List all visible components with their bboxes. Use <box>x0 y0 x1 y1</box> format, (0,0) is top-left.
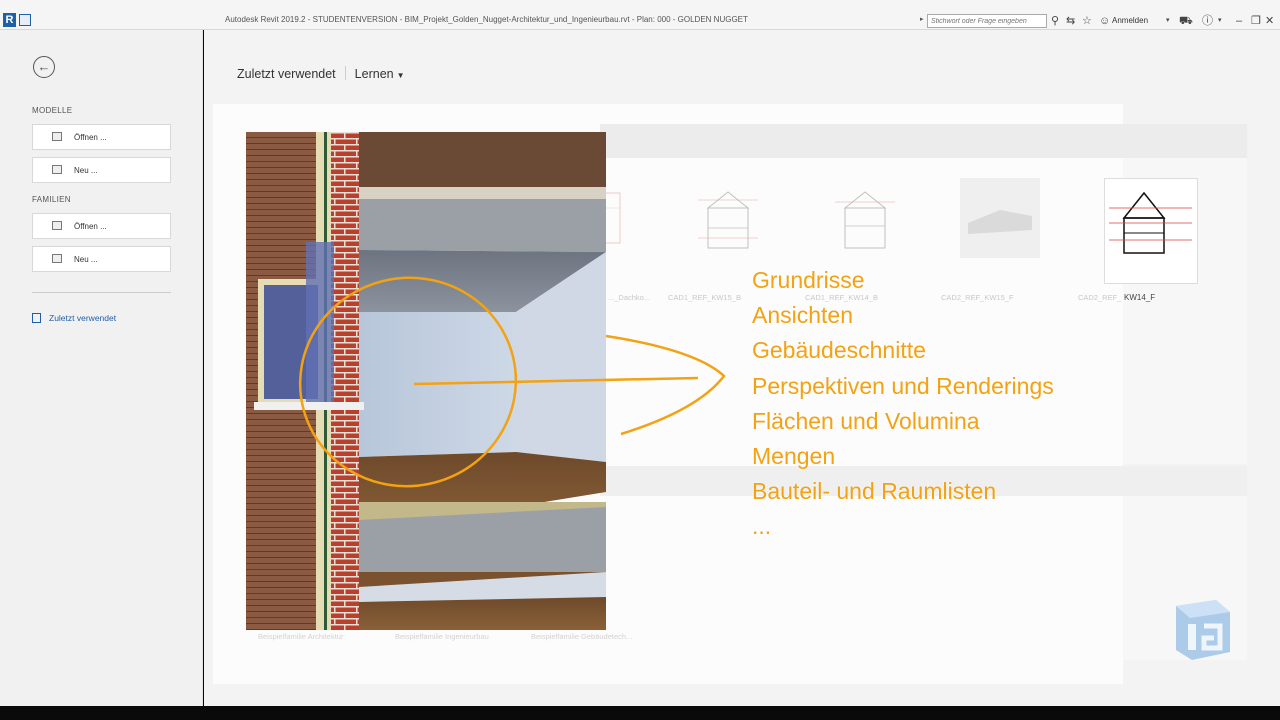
help-icon[interactable]: ⓘ <box>1202 14 1213 28</box>
open-family-label: Öffnen ... <box>74 222 107 231</box>
cart-icon[interactable]: ⛟ <box>1179 14 1193 28</box>
family-caption-2[interactable]: Beispielfamilie Ingenieurbau <box>395 632 489 641</box>
family-caption-1[interactable]: Beispielfamilie Architektur <box>258 632 343 641</box>
feature-item: Perspektiven und Renderings <box>752 372 1054 399</box>
feature-item: Ansichten <box>752 302 854 329</box>
help-dropdown-icon[interactable]: ▾ <box>1218 14 1222 28</box>
quick-access-icon[interactable] <box>19 14 31 26</box>
callout-arrows <box>298 276 726 488</box>
sidebar-divider <box>32 292 171 293</box>
tab-separator <box>344 66 346 80</box>
back-button[interactable]: ← <box>33 56 55 78</box>
open-family-button[interactable]: Öffnen ... <box>32 213 171 239</box>
file-thumbnail-5[interactable] <box>1104 178 1198 284</box>
folder-open-icon <box>52 132 62 141</box>
feature-item: Bauteil- und Raumlisten <box>752 478 997 505</box>
close-icon[interactable]: ✕ <box>1265 14 1274 28</box>
new-file-icon <box>52 165 62 174</box>
new-model-button[interactable]: Neu ... <box>32 157 171 183</box>
recent-nav-link[interactable]: Zuletzt verwendet <box>32 313 116 323</box>
models-section-label: MODELLE <box>32 106 73 115</box>
exchange-icon[interactable]: ⇆ <box>1066 14 1075 28</box>
feature-item: Flächen und Volumina <box>752 407 980 434</box>
search-expand-icon[interactable]: ▸ <box>920 15 924 23</box>
window-title: Autodesk Revit 2019.2 - STUDENTENVERSION… <box>225 15 748 24</box>
models-header-strip <box>600 124 1247 158</box>
open-model-label: Öffnen ... <box>74 133 107 142</box>
file-thumbnail-2[interactable] <box>688 178 768 258</box>
new-family-button[interactable]: Neu ... <box>32 246 171 272</box>
main-tabs: Zuletzt verwendet Lernen ▼ <box>237 66 405 81</box>
tab-recent[interactable]: Zuletzt verwendet <box>237 67 336 81</box>
feature-item: Mengen <box>752 442 836 469</box>
star-icon[interactable]: ☆ <box>1082 14 1092 28</box>
minimize-icon[interactable]: – <box>1236 14 1242 28</box>
folder-open-icon <box>52 221 62 230</box>
sign-in-dropdown-icon[interactable]: ▾ <box>1166 14 1170 28</box>
feature-item: Gebäudeschnitte <box>752 337 926 364</box>
open-model-button[interactable]: Öffnen ... <box>32 124 171 150</box>
chevron-down-icon[interactable]: ▼ <box>397 71 405 80</box>
new-family-label: Neu ... <box>74 255 98 264</box>
search-input[interactable] <box>927 14 1047 28</box>
families-section-label: FAMILIEN <box>32 195 71 204</box>
bottom-bar <box>0 706 1280 720</box>
file-thumbnail-3[interactable] <box>825 178 905 258</box>
feature-item: ... <box>752 513 772 540</box>
file-thumbnail-4[interactable] <box>960 178 1040 258</box>
file-caption-5[interactable]: CAD2_REF_ <box>1078 293 1121 302</box>
feature-item: Grundrisse <box>752 267 865 293</box>
tab-learn[interactable]: Lernen <box>355 67 394 81</box>
new-file-icon <box>52 254 62 263</box>
restore-icon[interactable]: ❐ <box>1251 14 1261 28</box>
arrow-left-icon: ← <box>37 59 51 74</box>
file-caption-6[interactable]: KW14_F <box>1124 293 1155 302</box>
revit-logo[interactable]: R <box>3 13 16 27</box>
new-model-label: Neu ... <box>74 166 98 175</box>
binoculars-icon[interactable]: ⚲ <box>1051 14 1059 28</box>
family-caption-3[interactable]: Beispielfamilie Gebäudetech... <box>531 632 632 641</box>
channel-logo <box>1176 600 1230 660</box>
recent-nav-label: Zuletzt verwendet <box>49 313 117 323</box>
feature-list: Grundrisse Ansichten Gebäudeschnitte Per… <box>752 263 1054 545</box>
user-icon[interactable]: ☺ <box>1099 14 1110 28</box>
recent-files-icon <box>32 313 41 323</box>
title-bar: R Autodesk Revit 2019.2 - STUDENTENVERSI… <box>0 0 1280 30</box>
sign-in-button[interactable]: Anmelden <box>1112 16 1148 25</box>
